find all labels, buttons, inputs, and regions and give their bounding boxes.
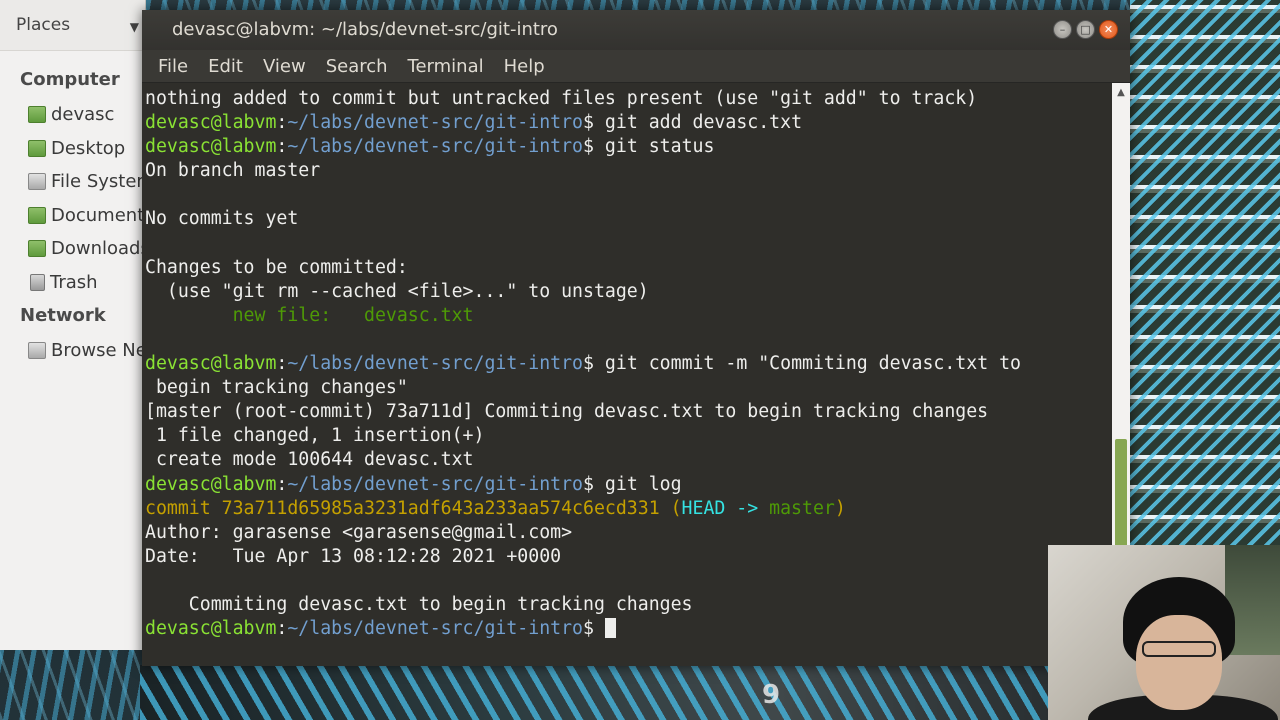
sidebar-item-label: Trash — [50, 271, 98, 293]
prompt-user: devasc@labvm — [145, 618, 277, 640]
prompt-user: devasc@labvm — [145, 112, 277, 134]
command-text: git status — [593, 136, 715, 158]
output-line: [master (root-commit) 73a711d] Commiting… — [145, 401, 989, 423]
commit-ref-end: ) — [834, 497, 846, 519]
sidebar-item-label: devasc — [51, 104, 115, 126]
chevron-down-icon: ▼ — [129, 20, 139, 34]
window-titlebar[interactable]: devasc@labvm: ~/labs/devnet-src/git-intr… — [142, 10, 1130, 50]
prompt-path: ~/labs/devnet-src/git-intro — [287, 136, 584, 158]
close-icon[interactable]: ✕ — [1099, 20, 1118, 39]
command-text: git log — [593, 473, 682, 495]
places-dropdown[interactable]: Places ▼ — [0, 0, 145, 51]
home-folder-icon — [28, 106, 46, 124]
drive-icon — [28, 173, 46, 191]
documents-folder-icon — [28, 206, 46, 224]
output-line: 1 file changed, 1 insertion(+) — [145, 425, 485, 447]
places-label: Places — [16, 15, 71, 35]
webcam-person-glasses — [1142, 641, 1216, 657]
rack-label: 9 — [762, 680, 781, 710]
sidebar-item-label: Desktop — [51, 137, 126, 159]
sidebar-item-devasc[interactable]: devasc — [0, 98, 145, 132]
prompt-path: ~/labs/devnet-src/git-intro — [287, 112, 584, 134]
menu-search[interactable]: Search — [319, 56, 395, 77]
text-cursor — [604, 618, 616, 639]
output-line: create mode 100644 devasc.txt — [145, 449, 474, 471]
output-line: On branch master — [145, 160, 321, 182]
terminal-window: devasc@labvm: ~/labs/devnet-src/git-intr… — [142, 10, 1130, 666]
sidebar-item-file-system[interactable]: File System — [0, 165, 145, 199]
command-text — [594, 618, 605, 639]
output-line: nothing added to commit but untracked fi… — [145, 88, 978, 109]
command-text: git add devasc.txt — [593, 112, 803, 134]
sidebar-section-network: Network — [20, 305, 106, 326]
window-controls: – □ ✕ — [1053, 20, 1118, 39]
output-line: begin tracking changes" — [145, 377, 408, 399]
sidebar-item-label: File System — [51, 171, 145, 193]
scroll-up-icon[interactable]: ▲ — [1112, 83, 1130, 103]
menu-help[interactable]: Help — [497, 56, 552, 77]
prompt-line: devasc@labvm:~/labs/devnet-src/git-intro… — [145, 353, 1022, 375]
sidebar-section-computer: Computer — [20, 69, 120, 90]
output-line: Date: Tue Apr 13 08:12:28 2021 +0000 — [145, 545, 562, 567]
menu-terminal[interactable]: Terminal — [401, 56, 491, 77]
webcam-person-face — [1136, 615, 1222, 710]
menu-file[interactable]: File — [151, 56, 195, 77]
command-text: git commit -m "Commiting devasc.txt to — [593, 353, 1022, 375]
new-file-line: new file: devasc.txt — [145, 304, 474, 326]
output-line: Author: garasense <garasense@gmail.com> — [145, 521, 573, 543]
window-title: devasc@labvm: ~/labs/devnet-src/git-intr… — [172, 19, 558, 40]
prompt-line: devasc@labvm:~/labs/devnet-src/git-intro… — [145, 136, 715, 158]
menu-view[interactable]: View — [256, 56, 313, 77]
prompt-user: devasc@labvm — [145, 353, 277, 375]
commit-hash: commit 73a711d65985a3231adf643a233aa574c… — [145, 497, 682, 519]
webcam-overlay — [1048, 545, 1280, 720]
sidebar-item-label: Downloads — [51, 238, 145, 260]
head-ref: HEAD -> — [681, 497, 770, 519]
output-line: Commiting devasc.txt to begin tracking c… — [145, 593, 693, 615]
trash-icon — [30, 273, 45, 291]
minimize-icon[interactable]: – — [1053, 20, 1072, 39]
output-line: No commits yet — [145, 208, 299, 230]
downloads-folder-icon — [28, 240, 46, 258]
output-line: (use "git rm --cached <file>..." to unst… — [145, 280, 649, 302]
sidebar-item-trash[interactable]: Trash — [0, 266, 145, 300]
sidebar-item-downloads[interactable]: Downloads — [0, 232, 145, 266]
commit-line: commit 73a711d65985a3231adf643a233aa574c… — [145, 497, 1112, 521]
prompt-line: devasc@labvm:~/labs/devnet-src/git-intro… — [145, 473, 682, 495]
file-manager-window: Places ▼ Computer devasc Desktop File Sy… — [0, 0, 146, 650]
prompt-line: devasc@labvm:~/labs/devnet-src/git-intro… — [145, 617, 1112, 641]
prompt-path: ~/labs/devnet-src/git-intro — [287, 618, 584, 640]
prompt-user: devasc@labvm — [145, 136, 277, 158]
menu-bar: File Edit View Search Terminal Help — [142, 50, 1130, 83]
terminal-output[interactable]: nothing added to commit but untracked fi… — [142, 83, 1112, 666]
prompt-user: devasc@labvm — [145, 473, 277, 495]
sidebar-item-label: Browse Network — [51, 340, 145, 362]
sidebar-item-label: Documents — [51, 204, 145, 226]
sidebar-item-desktop[interactable]: Desktop — [0, 132, 145, 166]
output-line: Changes to be committed: — [145, 256, 408, 278]
desktop-folder-icon — [28, 139, 46, 157]
sidebar-item-browse-network[interactable]: Browse Network — [0, 334, 145, 368]
maximize-icon[interactable]: □ — [1076, 20, 1095, 39]
prompt-line: devasc@labvm:~/labs/devnet-src/git-intro… — [145, 112, 803, 134]
menu-edit[interactable]: Edit — [201, 56, 250, 77]
network-icon — [28, 342, 46, 360]
branch-ref: master — [769, 497, 835, 519]
prompt-path: ~/labs/devnet-src/git-intro — [287, 473, 584, 495]
background-rack-right — [1130, 0, 1280, 545]
background-rack-bottom — [140, 665, 1050, 720]
prompt-path: ~/labs/devnet-src/git-intro — [287, 353, 584, 375]
sidebar-item-documents[interactable]: Documents — [0, 199, 145, 233]
